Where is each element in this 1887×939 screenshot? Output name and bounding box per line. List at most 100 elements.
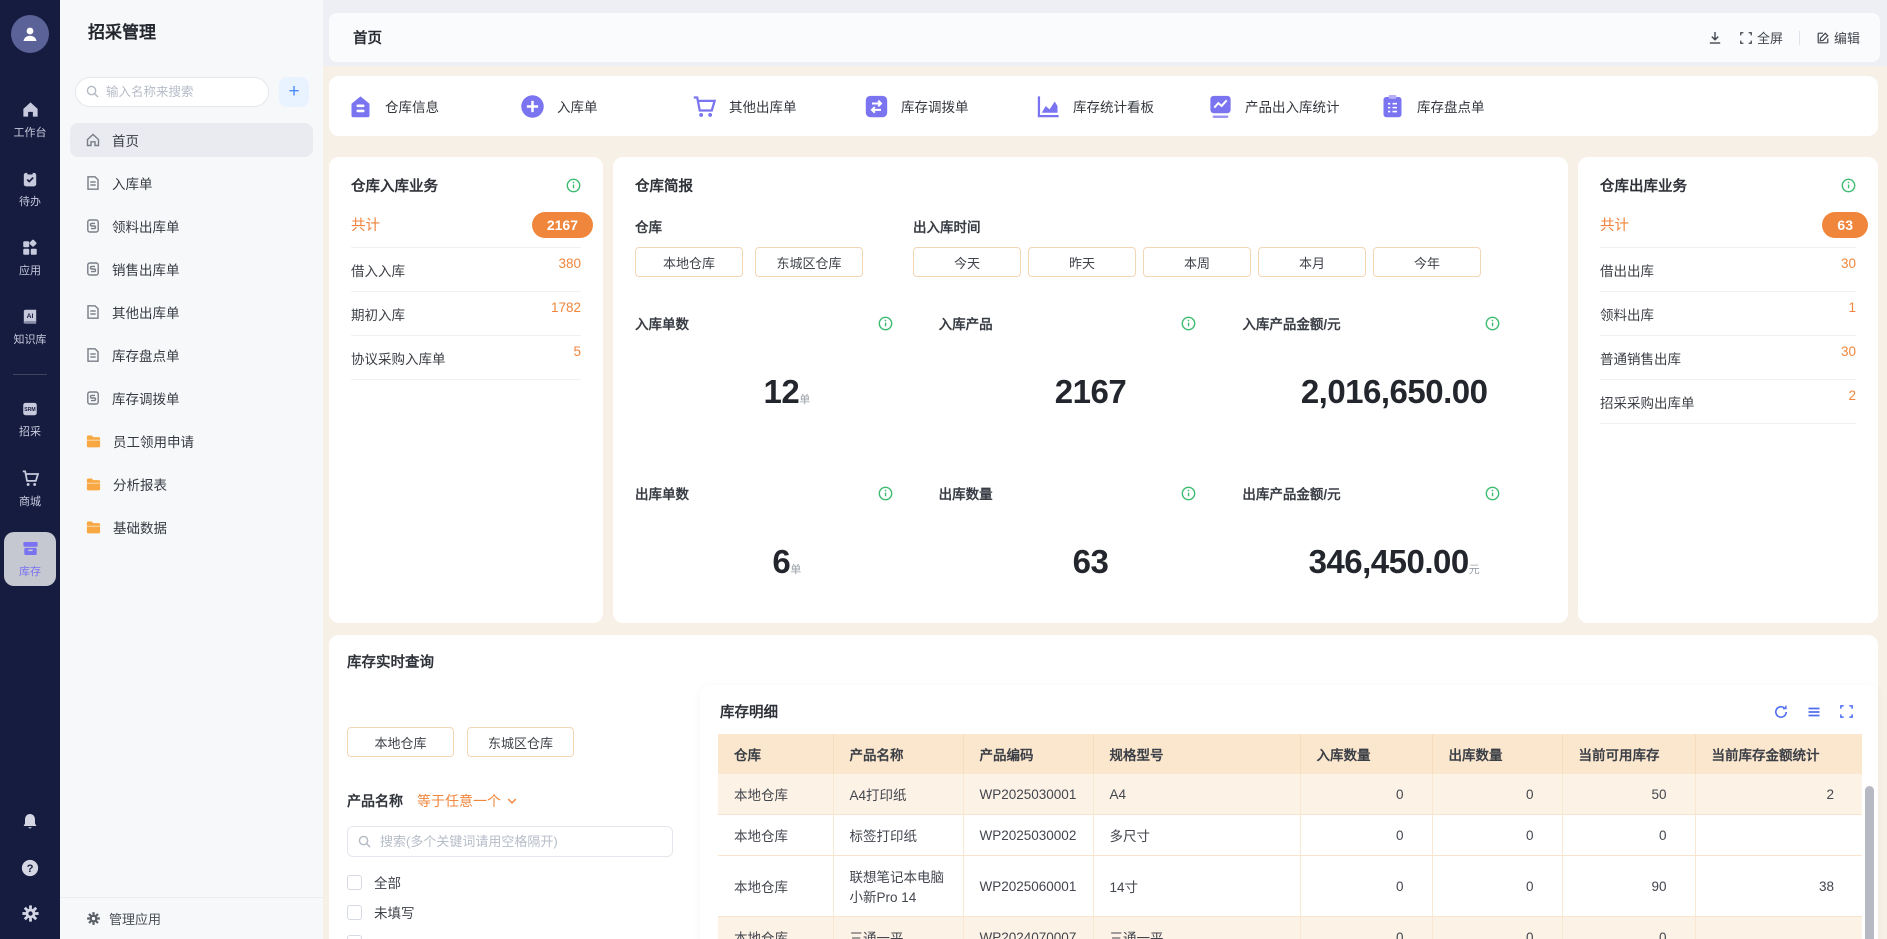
sidebar-search-row: + <box>75 77 309 107</box>
rail-item-inventory[interactable]: 库存 <box>4 532 56 586</box>
column-header[interactable]: 产品编码 <box>963 734 1093 774</box>
cell-product-name: 标签打印纸 <box>833 815 963 856</box>
info-icon[interactable] <box>878 486 893 501</box>
time-filter-button-yesterday[interactable]: 昨天 <box>1028 247 1136 277</box>
table-row[interactable]: 本地仓库 标签打印纸 WP2025030002 多尺寸 0 0 0 <box>718 815 1862 856</box>
rail-item-mall[interactable]: 商城 <box>4 462 56 516</box>
help-icon[interactable]: ? <box>20 858 40 878</box>
warehouse-filter-button[interactable]: 东城区仓库 <box>467 727 574 757</box>
warehouse-filter-button[interactable]: 本地仓库 <box>635 247 743 277</box>
svg-text:SRM: SRM <box>24 407 35 413</box>
edit-icon <box>1816 31 1830 45</box>
sidebar-item-picking-outbound[interactable]: 领料出库单 <box>70 209 313 243</box>
column-header[interactable]: 入库数量 <box>1300 734 1432 774</box>
option-all[interactable]: 全部 <box>347 867 682 897</box>
column-settings-icon[interactable] <box>1806 704 1822 720</box>
quick-link-stocktake-order[interactable]: 库存盘点单 <box>1379 93 1551 120</box>
column-header[interactable]: 仓库 <box>718 734 833 774</box>
rail-item-label: 库存 <box>19 563 41 579</box>
time-filter-button-today[interactable]: 今天 <box>913 247 1021 277</box>
cell-product-name: 三通一平 <box>833 917 963 939</box>
time-filter-button-this-week[interactable]: 本周 <box>1143 247 1251 277</box>
business-row[interactable]: 领料出库 1 <box>1600 292 1856 336</box>
sidebar-item-stocktake-order[interactable]: 库存盘点单 <box>70 338 313 372</box>
table-row[interactable]: 本地仓库 A4打印纸 WP2025030001 A4 0 0 50 2 <box>718 774 1862 815</box>
quick-link-label: 仓库信息 <box>385 96 439 116</box>
refresh-icon[interactable] <box>1773 704 1789 720</box>
info-icon[interactable] <box>1485 316 1500 331</box>
sidebar-item-base-data[interactable]: 基础数据 <box>70 510 313 544</box>
checkbox[interactable] <box>347 875 362 890</box>
sidebar-item-transfer-order[interactable]: 库存调拨单 <box>70 381 313 415</box>
table-row[interactable]: 本地仓库 三通一平 WP2024070007 三通一平 0 0 0 <box>718 917 1862 939</box>
quick-link-transfer-order[interactable]: 库存调拨单 <box>863 93 1035 120</box>
time-filter-button-this-month[interactable]: 本月 <box>1258 247 1366 277</box>
business-row[interactable]: 期初入库 1782 <box>351 292 581 336</box>
info-icon[interactable] <box>878 316 893 331</box>
operator-dropdown[interactable]: 等于任意一个 <box>417 791 518 811</box>
time-filter-button-this-year[interactable]: 今年 <box>1373 247 1481 277</box>
info-icon[interactable] <box>1181 316 1196 331</box>
time-filter-label: 出入库时间 <box>913 216 1481 236</box>
quick-link-stock-dashboard[interactable]: 库存统计看板 <box>1035 93 1207 120</box>
cell-stock-amount: 38 <box>1695 856 1862 917</box>
info-icon[interactable] <box>1841 178 1856 193</box>
column-header[interactable]: 规格型号 <box>1093 734 1300 774</box>
cell-outbound-qty: 0 <box>1432 774 1562 815</box>
table-row[interactable]: 本地仓库 联想笔记本电脑小新Pro 14 WP2025060001 14寸 0 … <box>718 856 1862 917</box>
page-header: 首页 全屏 编辑 <box>329 13 1880 62</box>
business-row[interactable]: 普通销售出库 30 <box>1600 336 1856 380</box>
sidebar-item-label: 入库单 <box>112 173 153 193</box>
rail-item-workbench[interactable]: 工作台 <box>4 93 56 147</box>
rail-item-knowledge[interactable]: AI 知识库 <box>4 301 56 354</box>
column-header[interactable]: 产品名称 <box>833 734 963 774</box>
sidebar-item-other-outbound[interactable]: 其他出库单 <box>70 295 313 329</box>
add-button[interactable]: + <box>279 77 309 107</box>
sidebar-search-input[interactable] <box>75 77 269 107</box>
avatar[interactable] <box>11 15 49 53</box>
rail-item-srm[interactable]: SRM 招采 <box>4 393 56 446</box>
quick-link-warehouse-info[interactable]: 仓库信息 <box>347 93 519 120</box>
column-header[interactable]: 当前库存金额统计 <box>1695 734 1862 774</box>
business-row[interactable]: 借出出库 30 <box>1600 248 1856 292</box>
product-search-input[interactable] <box>347 826 673 857</box>
document-icon <box>85 175 101 191</box>
quick-link-other-outbound[interactable]: 其他出库单 <box>691 93 863 120</box>
expand-icon[interactable] <box>1839 704 1854 720</box>
cart-icon <box>21 469 40 488</box>
sidebar-item-sales-outbound[interactable]: 销售出库单 <box>70 252 313 286</box>
checkbox[interactable] <box>347 905 362 920</box>
manage-app-button[interactable]: 管理应用 <box>60 897 323 939</box>
sidebar-item-employee-requisition[interactable]: 员工领用申请 <box>70 424 313 458</box>
rail-item-todo[interactable]: 待办 <box>4 163 56 216</box>
warehouse-filter-button[interactable]: 本地仓库 <box>347 727 454 757</box>
business-row[interactable]: 协议采购入库单 5 <box>351 336 581 380</box>
bell-icon[interactable] <box>20 812 40 832</box>
business-row[interactable]: 借入入库 380 <box>351 248 581 292</box>
sidebar-item-analysis-reports[interactable]: 分析报表 <box>70 467 313 501</box>
fullscreen-label: 全屏 <box>1757 28 1783 47</box>
stock-detail-card: 库存明细 仓库 产品名 <box>700 685 1878 939</box>
download-icon[interactable] <box>1707 30 1723 46</box>
quick-link-inbound-order[interactable]: 入库单 <box>519 93 691 120</box>
column-header[interactable]: 出库数量 <box>1432 734 1562 774</box>
fullscreen-button[interactable]: 全屏 <box>1739 28 1783 47</box>
option-unfilled[interactable]: 未填写 <box>347 897 682 927</box>
sidebar-item-home[interactable]: 首页 <box>70 123 313 157</box>
business-row[interactable]: 招采采购出库单 2 <box>1600 380 1856 424</box>
column-header[interactable]: 当前可用库存 <box>1562 734 1695 774</box>
rail-item-apps[interactable]: 应用 <box>4 232 56 285</box>
quick-link-product-io-stats[interactable]: 产品出入库统计 <box>1207 93 1379 120</box>
checkbox[interactable] <box>347 935 362 939</box>
cell-available-stock: 50 <box>1562 774 1695 815</box>
option-partial[interactable] <box>347 927 682 939</box>
gear-icon[interactable] <box>21 904 40 923</box>
info-icon[interactable] <box>566 178 581 193</box>
sidebar-item-inbound-order[interactable]: 入库单 <box>70 166 313 200</box>
info-icon[interactable] <box>1181 486 1196 501</box>
table-scrollbar[interactable] <box>1865 786 1874 939</box>
info-icon[interactable] <box>1485 486 1500 501</box>
edit-button[interactable]: 编辑 <box>1816 28 1860 47</box>
warehouse-filter-button[interactable]: 东城区仓库 <box>755 247 863 277</box>
main-area: 首页 全屏 编辑 <box>323 0 1887 939</box>
